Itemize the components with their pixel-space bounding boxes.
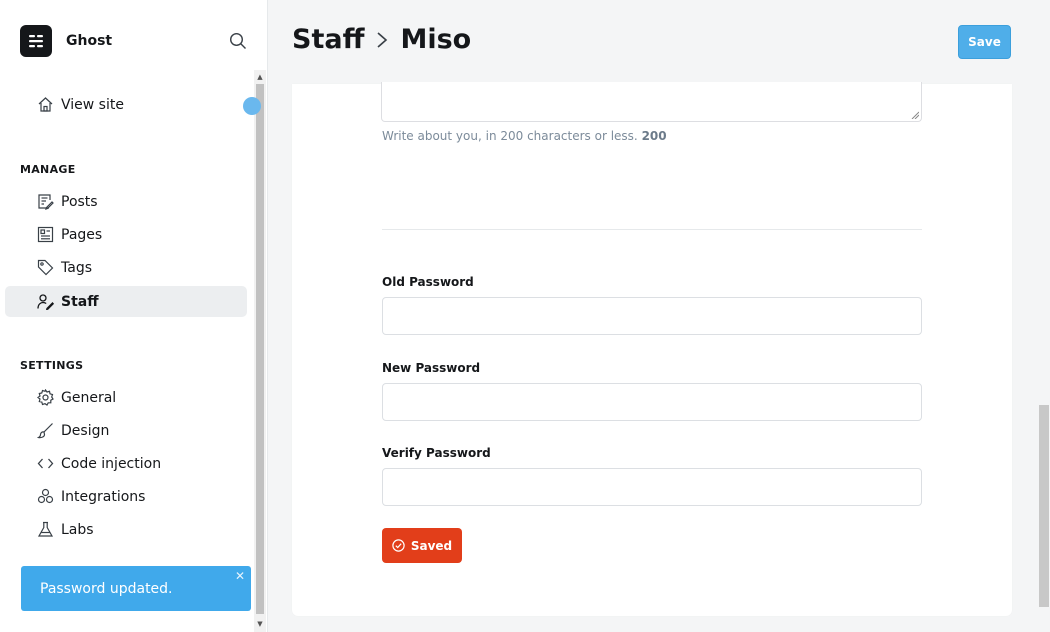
notification-toast: Password updated. ✕ <box>21 566 251 611</box>
ghost-logo-icon <box>20 25 52 57</box>
sidebar-item-general[interactable]: General <box>5 382 247 413</box>
sidebar-item-label: Integrations <box>61 488 146 505</box>
section-label-manage: MANAGE <box>20 163 76 176</box>
home-icon <box>36 96 54 114</box>
sidebar-item-code-injection[interactable]: Code injection <box>5 448 247 479</box>
sidebar-item-view-site[interactable]: View site <box>5 89 247 120</box>
breadcrumb-current: Miso <box>400 24 472 55</box>
old-password-field[interactable] <box>382 297 922 335</box>
sidebar-item-pages[interactable]: Pages <box>5 219 247 250</box>
sidebar-item-label: Code injection <box>61 455 162 472</box>
verify-password-field[interactable] <box>382 468 922 506</box>
bio-help-label: Write about you, in 200 characters or le… <box>382 129 638 143</box>
bio-textarea[interactable] <box>381 82 922 122</box>
brand-name: Ghost <box>66 33 113 49</box>
section-divider <box>382 229 922 230</box>
sidebar-item-labs[interactable]: Labs <box>5 514 247 545</box>
check-circle-icon <box>392 539 405 552</box>
integrations-icon <box>36 488 54 506</box>
sidebar-item-label: Staff <box>61 293 99 310</box>
flask-icon <box>36 521 54 539</box>
verify-password-label: Verify Password <box>382 446 491 460</box>
sidebar-item-design[interactable]: Design <box>5 415 247 446</box>
breadcrumb: Staff Miso <box>292 24 471 55</box>
sidebar-item-label: General <box>61 389 117 406</box>
section-label-settings: SETTINGS <box>20 359 84 372</box>
brush-icon <box>36 422 54 440</box>
bio-help-text: Write about you, in 200 characters or le… <box>382 129 667 143</box>
sidebar: Ghost View site MANAGE Posts Pages Tags <box>0 0 268 632</box>
sidebar-scrollbar-thumb[interactable] <box>256 84 264 614</box>
search-button[interactable] <box>227 30 249 52</box>
sidebar-item-integrations[interactable]: Integrations <box>5 481 247 512</box>
pages-icon <box>36 226 54 244</box>
brand[interactable]: Ghost <box>20 25 112 57</box>
sidebar-item-tags[interactable]: Tags <box>5 252 247 283</box>
breadcrumb-root[interactable]: Staff <box>292 24 364 55</box>
main-scrollbar-thumb[interactable] <box>1039 405 1049 607</box>
new-password-field[interactable] <box>382 383 922 421</box>
sidebar-item-label: Posts <box>61 193 98 210</box>
change-password-label: Saved <box>410 538 453 553</box>
sidebar-item-label: Pages <box>61 226 103 243</box>
toast-message: Password updated. <box>40 580 173 597</box>
bio-char-count: 200 <box>641 129 667 143</box>
code-icon <box>36 455 54 473</box>
gear-icon <box>36 389 54 407</box>
search-icon <box>229 32 246 49</box>
new-password-label: New Password <box>382 361 481 375</box>
tag-icon <box>36 259 54 277</box>
change-password-button[interactable]: Saved <box>382 528 462 563</box>
sidebar-item-label: Labs <box>61 521 94 538</box>
scroll-up-arrow-icon[interactable]: ▲ <box>254 71 266 83</box>
chevron-right-icon <box>376 31 388 49</box>
update-indicator-dot[interactable] <box>243 97 261 115</box>
sidebar-item-label: Design <box>61 422 110 439</box>
sidebar-item-staff[interactable]: Staff <box>5 286 247 317</box>
staff-icon <box>36 293 54 311</box>
close-icon[interactable]: ✕ <box>235 569 245 583</box>
sidebar-item-label: View site <box>61 96 124 113</box>
sidebar-item-posts[interactable]: Posts <box>5 186 247 217</box>
save-button[interactable]: Save <box>958 25 1011 59</box>
sidebar-item-label: Tags <box>61 259 92 276</box>
resize-handle-icon[interactable] <box>911 111 919 119</box>
scroll-down-arrow-icon[interactable]: ▼ <box>254 618 266 630</box>
posts-icon <box>36 193 54 211</box>
old-password-label: Old Password <box>382 275 474 289</box>
